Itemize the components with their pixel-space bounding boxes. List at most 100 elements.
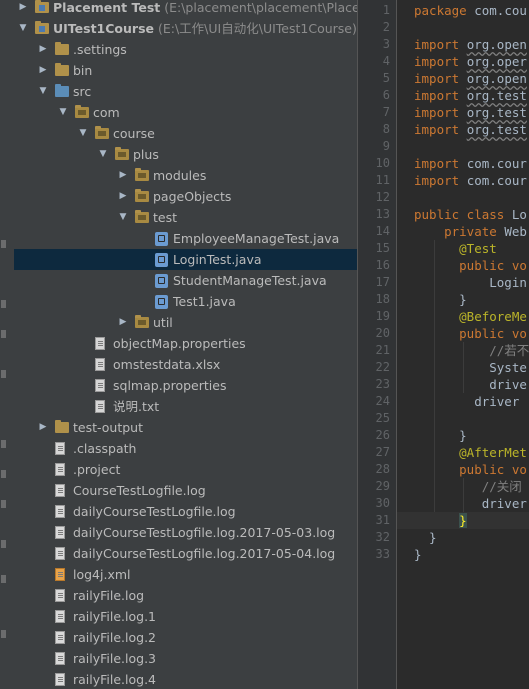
code-line[interactable]: } <box>414 546 422 563</box>
package-icon <box>135 189 149 202</box>
tree-row-label: EmployeeManageTest.java <box>173 231 340 246</box>
tree-row[interactable]: ▼ src <box>14 81 357 102</box>
tree-row-label: Placement Test <box>53 0 161 15</box>
chevron-right-icon[interactable]: ▶ <box>117 186 129 207</box>
tree-row[interactable]: ▶ modules <box>14 165 357 186</box>
code-line[interactable]: @Test <box>414 240 497 257</box>
tree-row[interactable]: railyFile.log.4 <box>14 669 357 689</box>
tree-row[interactable]: ▶ util <box>14 312 357 333</box>
code-line[interactable]: public vo <box>414 325 527 342</box>
properties-file-icon <box>95 379 105 392</box>
tree-row-label: src <box>73 84 92 99</box>
code-token: public <box>414 326 512 341</box>
tree-row[interactable]: railyFile.log.3 <box>14 648 357 669</box>
code-line[interactable]: } <box>414 427 467 444</box>
chevron-down-icon[interactable]: ▼ <box>97 144 109 165</box>
tree-row[interactable]: dailyCourseTestLogfile.log.2017-05-03.lo… <box>14 522 357 543</box>
tree-row[interactable]: 说明.txt <box>14 396 357 417</box>
chevron-right-icon[interactable]: ▶ <box>117 312 129 333</box>
code-line[interactable]: import org.open <box>414 70 527 87</box>
tree-row-path: (E:\placement\placement\Placement <box>164 0 357 15</box>
code-token: @Test <box>414 241 497 256</box>
code-line[interactable]: } <box>414 529 437 546</box>
line-number: 3 <box>382 37 390 51</box>
code-line[interactable]: driver <box>414 393 519 410</box>
chevron-down-icon[interactable]: ▼ <box>57 102 69 123</box>
code-editor[interactable]: package com.cou import org.open import org… <box>397 0 529 689</box>
tree-row[interactable]: ▶ pageObjects <box>14 186 357 207</box>
tree-row[interactable]: ▶ test-output <box>14 417 357 438</box>
tree-row[interactable]: omstestdata.xlsx <box>14 354 357 375</box>
chevron-down-icon[interactable]: ▼ <box>37 81 49 102</box>
tree-row[interactable]: dailyCourseTestLogfile.log.2017-05-04.lo… <box>14 543 357 564</box>
line-number: 14 <box>375 224 390 238</box>
tree-row[interactable]: ▼ plus <box>14 144 357 165</box>
tree-row-label: LoginTest.java <box>173 252 262 267</box>
code-line[interactable]: public vo <box>414 257 527 274</box>
code-line[interactable]: //若不 <box>414 342 529 359</box>
chevron-down-icon[interactable]: ▼ <box>117 207 129 228</box>
code-line[interactable]: import org.test <box>414 87 527 104</box>
tree-row-label: .settings <box>73 42 127 57</box>
code-line[interactable]: drive <box>414 376 527 393</box>
tree-row[interactable]: .project <box>14 459 357 480</box>
tree-row[interactable]: objectMap.properties <box>14 333 357 354</box>
code-line[interactable]: import org.oper <box>414 53 527 70</box>
tree-row-label: railyFile.log.4 <box>73 672 157 687</box>
code-line[interactable]: import org.test <box>414 104 527 121</box>
code-line[interactable]: public class Lo <box>414 206 527 223</box>
chevron-down-icon[interactable]: ▼ <box>77 123 89 144</box>
code-token: //关闭 <box>414 479 522 494</box>
tree-row[interactable]: StudentManageTest.java <box>14 270 357 291</box>
tree-row[interactable]: LoginTest.java <box>14 249 357 270</box>
chevron-right-icon[interactable]: ▶ <box>37 39 49 60</box>
tree-row[interactable]: ▼ UITest1Course (E:\工作\UI自动化\UITest1Cours… <box>14 18 357 39</box>
chevron-down-icon[interactable]: ▼ <box>17 18 29 39</box>
tree-row[interactable]: railyFile.log.2 <box>14 627 357 648</box>
code-line[interactable]: import org.open <box>414 36 527 53</box>
project-tree-panel: ▶ Placement Test (E:\placement\placement\… <box>14 0 357 689</box>
code-line[interactable]: //关闭 <box>414 478 522 495</box>
code-line[interactable]: import org.test <box>414 121 527 138</box>
tree-row-label: test-output <box>73 420 143 435</box>
tree-row[interactable]: CourseTestLogfile.log <box>14 480 357 501</box>
tree-row[interactable]: log4j.xml <box>14 564 357 585</box>
code-line[interactable]: Syste <box>414 359 527 376</box>
tree-row[interactable]: ▶ bin <box>14 60 357 81</box>
chevron-right-icon[interactable]: ▶ <box>17 0 29 18</box>
code-token: import <box>414 173 467 188</box>
tree-row[interactable]: .classpath <box>14 438 357 459</box>
code-line[interactable]: @BeforeMe <box>414 308 527 325</box>
code-line[interactable]: @AfterMet <box>414 444 527 461</box>
code-line[interactable]: package com.cou <box>414 2 527 19</box>
file-icon <box>55 463 65 476</box>
tree-row-label: dailyCourseTestLogfile.log <box>73 504 236 519</box>
tree-row[interactable]: railyFile.log <box>14 585 357 606</box>
tree-row[interactable]: dailyCourseTestLogfile.log <box>14 501 357 522</box>
chevron-right-icon[interactable]: ▶ <box>37 60 49 81</box>
code-line[interactable]: driver <box>414 495 527 512</box>
tree-row[interactable]: ▼ course <box>14 123 357 144</box>
line-number: 13 <box>375 207 390 221</box>
code-line[interactable]: private Web <box>414 223 527 240</box>
chevron-right-icon[interactable]: ▶ <box>37 417 49 438</box>
code-token: import <box>414 54 467 69</box>
code-line[interactable]: import com.cour <box>414 172 527 189</box>
code-line[interactable]: } <box>414 291 467 308</box>
code-line[interactable]: Login <box>414 274 527 291</box>
tree-row[interactable]: sqlmap.properties <box>14 375 357 396</box>
tree-row[interactable]: ▶ Placement Test (E:\placement\placement\… <box>14 0 357 18</box>
tree-row[interactable]: ▼ test <box>14 207 357 228</box>
code-token: @AfterMet <box>414 445 527 460</box>
code-line[interactable]: public vo <box>414 461 527 478</box>
tree-row[interactable]: EmployeeManageTest.java <box>14 228 357 249</box>
tree-row[interactable]: ▶ .settings <box>14 39 357 60</box>
tree-row[interactable]: ▼ com <box>14 102 357 123</box>
code-line[interactable]: import com.cour <box>414 155 527 172</box>
line-number: 11 <box>375 173 390 187</box>
text-file-icon <box>95 400 105 413</box>
tree-row[interactable]: railyFile.log.1 <box>14 606 357 627</box>
code-line[interactable]: } <box>397 512 529 529</box>
tree-row[interactable]: Test1.java <box>14 291 357 312</box>
chevron-right-icon[interactable]: ▶ <box>117 165 129 186</box>
